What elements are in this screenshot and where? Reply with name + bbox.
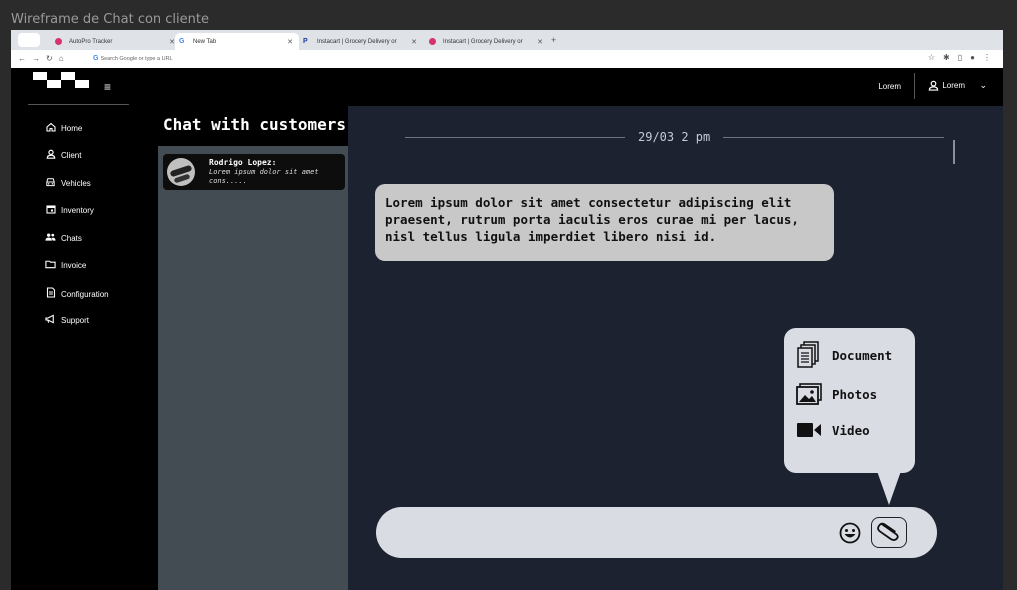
frame-title: Wireframe de Chat con cliente (11, 12, 209, 27)
close-icon[interactable]: ✕ (411, 38, 417, 46)
user-menu[interactable]: Lorem (928, 80, 965, 91)
sidebar-item-configuration[interactable]: Configuration (45, 287, 109, 301)
home-icon[interactable]: ⌂ (59, 54, 70, 63)
sidebar-item-client[interactable]: Client (45, 149, 81, 162)
attach-document-option[interactable]: Document (796, 341, 892, 368)
page-title: Chat with customers (163, 115, 347, 134)
message-preview: Lorem ipsum dolor sit amet cons..... (209, 168, 319, 185)
divider (28, 104, 129, 105)
calendar-icon (45, 204, 56, 217)
address-bar: ←→↻⌂ G Search Google or type a URL ☆✱▯●⋮ (11, 50, 1003, 68)
nav-buttons: ←→↻⌂ (18, 54, 70, 63)
instacart-favicon-icon (429, 38, 436, 45)
avatar[interactable]: ● (970, 53, 983, 62)
url-input[interactable]: G Search Google or type a URL (93, 55, 173, 62)
extensions-icon[interactable]: ✱ (943, 53, 958, 62)
attach-photos-option[interactable]: Photos (796, 382, 877, 406)
close-icon[interactable]: ✕ (537, 38, 543, 46)
conversation-panel: Chat with customers Rodrigo Lopez: Lorem… (158, 106, 348, 590)
conversation-list: Rodrigo Lopez: Lorem ipsum dolor sit ame… (158, 146, 348, 590)
attachment-menu: Document Photos Video (784, 328, 915, 505)
sidebar-item-inventory[interactable]: Inventory (45, 204, 94, 217)
app-header: ≡ Lorem Lorem ⌄ (11, 68, 1003, 106)
divider (914, 73, 915, 99)
photos-icon (796, 382, 822, 406)
menu-kebab-icon[interactable]: ⋮ (983, 53, 999, 62)
hamburger-menu-icon[interactable]: ≡ (104, 80, 111, 94)
folder-icon (45, 259, 56, 272)
header-link[interactable]: Lorem (878, 82, 901, 91)
home-icon (45, 122, 56, 135)
tab-instacart-1[interactable]: P Instacart | Grocery Delivery or ✕ (299, 33, 423, 50)
scrollbar[interactable] (953, 140, 955, 164)
tab-new-tab[interactable]: G New Tab ✕ (175, 33, 299, 50)
message-bubble: Lorem ipsum dolor sit amet consectetur a… (375, 184, 834, 261)
attach-button[interactable] (871, 517, 907, 548)
tab-strip: AutoPro Tracker ✕ G New Tab ✕ P Instacar… (11, 30, 1003, 50)
sidebar: Home Client Vehicles Inventory Chats Inv… (11, 106, 158, 590)
tab-autopro[interactable]: AutoPro Tracker ✕ (51, 33, 181, 50)
close-icon[interactable]: ✕ (287, 38, 293, 46)
car-icon (45, 177, 56, 190)
avatar (167, 158, 195, 186)
browser-window: AutoPro Tracker ✕ G New Tab ✕ P Instacar… (11, 30, 1003, 590)
divider (405, 137, 625, 138)
profile-pill[interactable] (18, 33, 40, 47)
megaphone-icon (45, 314, 56, 327)
autopro-favicon-icon (55, 38, 62, 45)
sidebar-item-chats[interactable]: Chats (45, 232, 82, 245)
user-icon (45, 149, 56, 162)
document-stack-icon (796, 341, 822, 368)
google-icon: G (179, 38, 185, 45)
group-icon (45, 232, 56, 245)
sidebar-item-support[interactable]: Support (45, 314, 89, 327)
sidebar-item-home[interactable]: Home (45, 122, 82, 135)
customer-name: Rodrigo Lopez: (209, 158, 277, 167)
sidepanel-icon[interactable]: ▯ (958, 53, 970, 62)
video-camera-icon (796, 418, 822, 442)
user-icon (929, 80, 939, 91)
sidebar-item-invoice[interactable]: Invoice (45, 259, 86, 272)
reload-icon[interactable]: ↻ (46, 54, 59, 63)
bookmark-star-icon[interactable]: ☆ (928, 53, 943, 62)
logo (33, 72, 105, 96)
paypal-icon: P (303, 38, 308, 45)
back-icon[interactable]: ← (18, 54, 32, 63)
chat-area: 29/03 2 pm Lorem ipsum dolor sit amet co… (348, 106, 1003, 590)
divider (723, 137, 944, 138)
new-tab-icon[interactable]: + (551, 35, 556, 45)
date-divider: 29/03 2 pm (638, 130, 711, 144)
forward-icon[interactable]: → (32, 54, 46, 63)
message-input[interactable] (376, 507, 937, 558)
conversation-item[interactable]: Rodrigo Lopez: Lorem ipsum dolor sit ame… (163, 154, 345, 190)
tab-instacart-2[interactable]: Instacart | Grocery Delivery or ✕ (425, 33, 549, 50)
browser-actions: ☆✱▯●⋮ (928, 53, 999, 62)
attach-video-option[interactable]: Video (796, 418, 870, 442)
emoji-icon[interactable] (839, 522, 861, 544)
sidebar-item-vehicles[interactable]: Vehicles (45, 177, 91, 190)
paperclip-icon (877, 519, 901, 546)
document-icon (45, 287, 56, 301)
google-icon: G (93, 55, 99, 62)
chevron-down-icon[interactable]: ⌄ (979, 80, 987, 91)
